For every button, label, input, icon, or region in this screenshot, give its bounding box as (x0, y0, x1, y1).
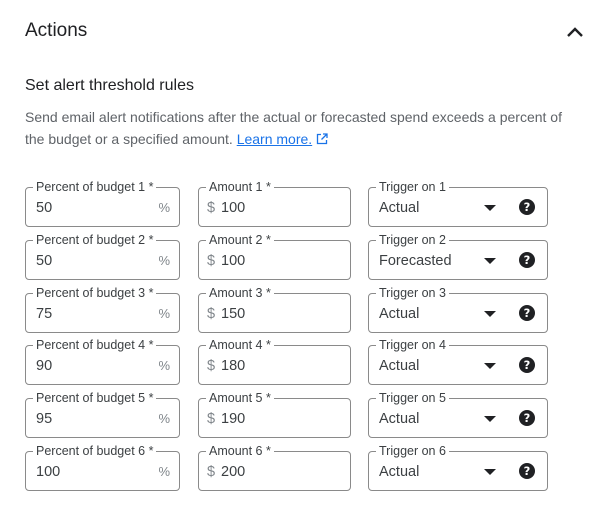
amount-value[interactable]: 100 (221, 252, 245, 270)
dropdown-arrow-icon[interactable] (484, 205, 496, 211)
threshold-rule-row: Percent of budget 6 * 100 % Amount 6 * $… (0, 443, 605, 491)
percent-of-budget-value[interactable]: 95 (36, 410, 52, 428)
trigger-label: Trigger on 3 (376, 285, 449, 301)
trigger-select[interactable]: Trigger on 4 Actual ? (368, 337, 548, 385)
percent-of-budget-label: Percent of budget 1 * (33, 179, 157, 195)
help-icon[interactable]: ? (519, 463, 535, 479)
trigger-value[interactable]: Forecasted (379, 252, 452, 270)
amount-label: Amount 2 * (206, 232, 274, 248)
percent-of-budget-label: Percent of budget 6 * (33, 443, 157, 459)
amount-field[interactable]: Amount 5 * $ 190 (198, 390, 351, 438)
amount-field[interactable]: Amount 1 * $ 100 (198, 179, 351, 227)
threshold-rule-row: Percent of budget 5 * 95 % Amount 5 * $ … (0, 390, 605, 438)
amount-field[interactable]: Amount 4 * $ 180 (198, 337, 351, 385)
help-icon[interactable]: ? (519, 305, 535, 321)
external-link-icon[interactable] (316, 133, 328, 145)
amount-value[interactable]: 180 (221, 357, 245, 375)
percent-suffix: % (158, 306, 170, 321)
trigger-select[interactable]: Trigger on 5 Actual ? (368, 390, 548, 438)
learn-more-link[interactable]: Learn more. (237, 131, 312, 147)
trigger-value[interactable]: Actual (379, 463, 419, 481)
percent-of-budget-value[interactable]: 90 (36, 357, 52, 375)
amount-label: Amount 1 * (206, 179, 274, 195)
percent-of-budget-field[interactable]: Percent of budget 4 * 90 % (25, 337, 180, 385)
percent-of-budget-field[interactable]: Percent of budget 5 * 95 % (25, 390, 180, 438)
percent-of-budget-field[interactable]: Percent of budget 2 * 50 % (25, 232, 180, 280)
percent-suffix: % (158, 200, 170, 215)
percent-of-budget-field[interactable]: Percent of budget 1 * 50 % (25, 179, 180, 227)
trigger-value[interactable]: Actual (379, 410, 419, 428)
currency-prefix: $ (207, 358, 216, 374)
amount-value[interactable]: 200 (221, 463, 245, 481)
percent-of-budget-label: Percent of budget 3 * (33, 285, 157, 301)
threshold-rule-row: Percent of budget 4 * 90 % Amount 4 * $ … (0, 337, 605, 385)
section-title: Actions (25, 20, 88, 41)
percent-of-budget-value[interactable]: 50 (36, 252, 52, 270)
percent-of-budget-label: Percent of budget 2 * (33, 232, 157, 248)
percent-suffix: % (158, 464, 170, 479)
trigger-select[interactable]: Trigger on 6 Actual ? (368, 443, 548, 491)
amount-value[interactable]: 100 (221, 199, 245, 217)
threshold-description: Send email alert notifications after the… (25, 106, 585, 150)
percent-suffix: % (158, 253, 170, 268)
threshold-rule-row: Percent of budget 2 * 50 % Amount 2 * $ … (0, 232, 605, 280)
trigger-label: Trigger on 2 (376, 232, 449, 248)
amount-field[interactable]: Amount 2 * $ 100 (198, 232, 351, 280)
trigger-select[interactable]: Trigger on 1 Actual ? (368, 179, 548, 227)
percent-suffix: % (158, 411, 170, 426)
threshold-rule-row: Percent of budget 3 * 75 % Amount 3 * $ … (0, 285, 605, 333)
percent-of-budget-value[interactable]: 50 (36, 199, 52, 217)
currency-prefix: $ (207, 253, 216, 269)
currency-prefix: $ (207, 411, 216, 427)
amount-value[interactable]: 150 (221, 305, 245, 323)
help-icon[interactable]: ? (519, 199, 535, 215)
dropdown-arrow-icon[interactable] (484, 258, 496, 264)
currency-prefix: $ (207, 200, 216, 216)
trigger-label: Trigger on 6 (376, 443, 449, 459)
trigger-label: Trigger on 5 (376, 390, 449, 406)
amount-field[interactable]: Amount 3 * $ 150 (198, 285, 351, 333)
amount-label: Amount 3 * (206, 285, 274, 301)
help-icon[interactable]: ? (519, 410, 535, 426)
trigger-label: Trigger on 4 (376, 337, 449, 353)
currency-prefix: $ (207, 306, 216, 322)
percent-of-budget-field[interactable]: Percent of budget 3 * 75 % (25, 285, 180, 333)
percent-of-budget-value[interactable]: 100 (36, 463, 60, 481)
percent-of-budget-value[interactable]: 75 (36, 305, 52, 323)
threshold-rule-row: Percent of budget 1 * 50 % Amount 1 * $ … (0, 179, 605, 227)
percent-suffix: % (158, 358, 170, 373)
trigger-select[interactable]: Trigger on 2 Forecasted ? (368, 232, 548, 280)
trigger-value[interactable]: Actual (379, 305, 419, 323)
amount-label: Amount 5 * (206, 390, 274, 406)
dropdown-arrow-icon[interactable] (484, 363, 496, 369)
trigger-label: Trigger on 1 (376, 179, 449, 195)
threshold-heading: Set alert threshold rules (25, 77, 194, 94)
percent-of-budget-label: Percent of budget 4 * (33, 337, 157, 353)
help-icon[interactable]: ? (519, 357, 535, 373)
dropdown-arrow-icon[interactable] (484, 416, 496, 422)
amount-value[interactable]: 190 (221, 410, 245, 428)
trigger-value[interactable]: Actual (379, 357, 419, 375)
amount-field[interactable]: Amount 6 * $ 200 (198, 443, 351, 491)
currency-prefix: $ (207, 464, 216, 480)
amount-label: Amount 4 * (206, 337, 274, 353)
amount-label: Amount 6 * (206, 443, 274, 459)
dropdown-arrow-icon[interactable] (484, 311, 496, 317)
dropdown-arrow-icon[interactable] (484, 469, 496, 475)
trigger-value[interactable]: Actual (379, 199, 419, 217)
help-icon[interactable]: ? (519, 252, 535, 268)
percent-of-budget-field[interactable]: Percent of budget 6 * 100 % (25, 443, 180, 491)
percent-of-budget-label: Percent of budget 5 * (33, 390, 157, 406)
chevron-up-icon[interactable] (564, 23, 586, 41)
trigger-select[interactable]: Trigger on 3 Actual ? (368, 285, 548, 333)
